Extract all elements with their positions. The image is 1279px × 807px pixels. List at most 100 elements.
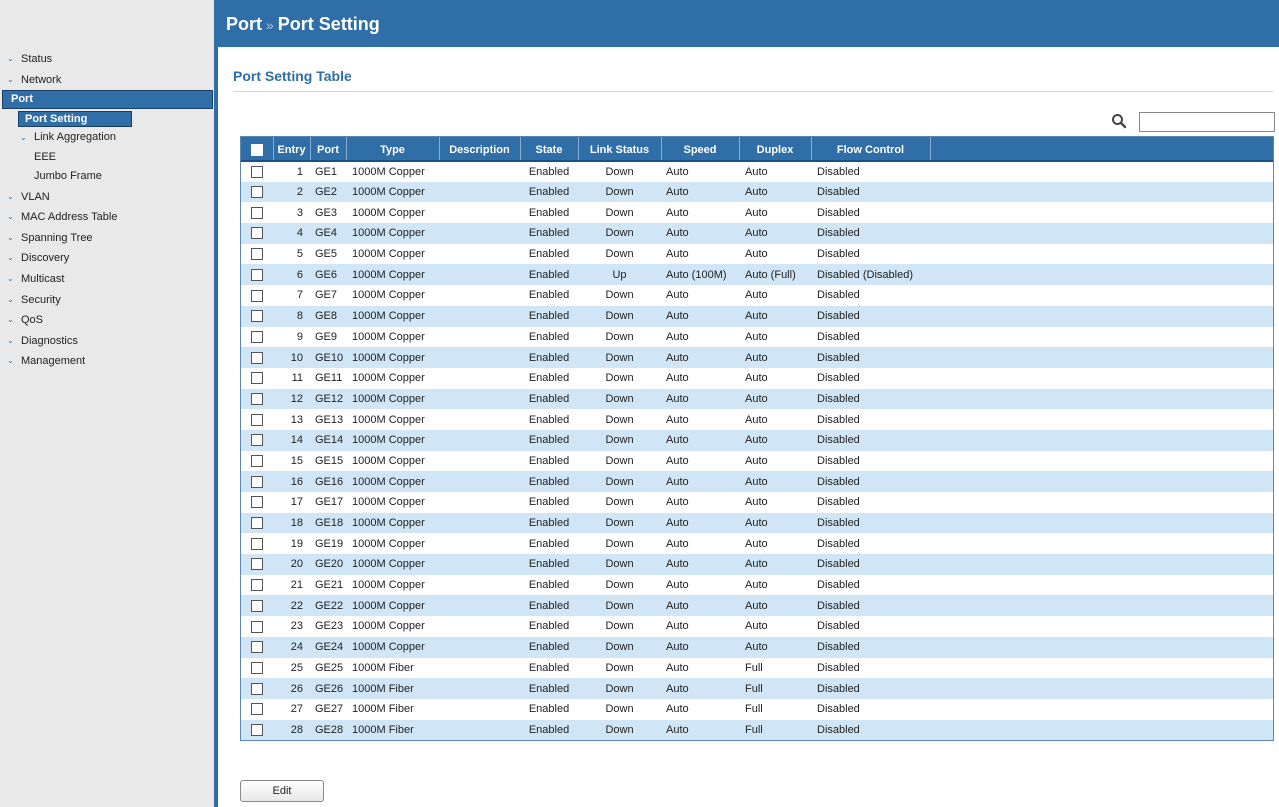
col-header-entry[interactable]: Entry	[273, 137, 311, 162]
search-input[interactable]	[1139, 112, 1275, 132]
table-row[interactable]: 24 GE24 1000M Copper Enabled Down Auto Auto Dis…	[241, 636, 1273, 658]
flow-control-cell: Disabled	[817, 496, 860, 509]
sidebar-item-management[interactable]: ⌄ Management	[0, 351, 214, 372]
table-row[interactable]: 14 GE14 1000M Copper Enabled Down Auto Auto Dis…	[241, 429, 1273, 451]
table-row[interactable]: 18 GE18 1000M Copper Enabled Down Auto Auto Dis…	[241, 512, 1273, 534]
edit-button[interactable]: Edit	[240, 780, 324, 802]
row-checkbox[interactable]	[251, 330, 263, 343]
row-checkbox[interactable]	[251, 558, 263, 571]
description-cell	[439, 595, 520, 616]
row-checkbox[interactable]	[251, 496, 263, 509]
row-checkbox[interactable]	[251, 682, 263, 695]
sidebar-item-vlan[interactable]: ⌄ VLAN	[0, 187, 214, 208]
table-row[interactable]: 12 GE12 1000M Copper Enabled Down Auto Auto Dis…	[241, 388, 1273, 410]
sidebar-item-diagnostics[interactable]: ⌄ Diagnostics	[0, 331, 214, 352]
col-header-speed[interactable]: Speed	[661, 137, 740, 162]
row-checkbox[interactable]	[251, 413, 263, 426]
link-status-cell: Down	[605, 227, 634, 240]
col-header-port[interactable]: Port	[310, 137, 347, 162]
row-checkbox[interactable]	[251, 351, 263, 364]
col-header-link-status[interactable]: Link Status	[578, 137, 662, 162]
sidebar-item-eee[interactable]: EEE	[0, 148, 214, 168]
sidebar-item-spanning-tree[interactable]: ⌄ Spanning Tree	[0, 228, 214, 249]
sidebar-item-label: Spanning Tree	[21, 231, 93, 244]
row-checkbox[interactable]	[251, 392, 263, 405]
table-row[interactable]: 20 GE20 1000M Copper Enabled Down Auto Auto Dis…	[241, 554, 1273, 575]
link-status-cell: Down	[605, 661, 634, 674]
row-checkbox[interactable]	[251, 206, 263, 219]
row-checkbox[interactable]	[251, 703, 263, 716]
duplex-cell: Full	[745, 682, 763, 695]
table-row[interactable]: 2 GE2 1000M Copper Enabled Down Auto Auto Disab…	[241, 181, 1273, 203]
table-row[interactable]: 10 GE10 1000M Copper Enabled Down Auto Auto Dis…	[241, 347, 1273, 368]
col-header-flow-control[interactable]: Flow Control	[811, 137, 931, 162]
table-row[interactable]: 7 GE7 1000M Copper Enabled Down Auto Auto Disab…	[241, 285, 1273, 306]
sidebar-item-link-aggregation[interactable]: ⌄ Link Aggregation	[0, 128, 214, 148]
table-row[interactable]: 9 GE9 1000M Copper Enabled Down Auto Auto Disab…	[241, 326, 1273, 348]
col-header-duplex[interactable]: Duplex	[739, 137, 812, 162]
sidebar-item-jumbo-frame[interactable]: Jumbo Frame	[0, 167, 214, 187]
breadcrumb-page: Port Setting	[277, 14, 380, 34]
row-checkbox[interactable]	[251, 289, 263, 302]
table-row[interactable]: 4 GE4 1000M Copper Enabled Down Auto Auto Disab…	[241, 223, 1273, 244]
row-checkbox[interactable]	[251, 661, 263, 674]
row-checkbox[interactable]	[251, 579, 263, 592]
table-row[interactable]: 26 GE26 1000M Fiber Enabled Down Auto Full Disa…	[241, 678, 1273, 699]
description-cell	[439, 492, 520, 513]
row-checkbox[interactable]	[251, 517, 263, 530]
table-row[interactable]: 5 GE5 1000M Copper Enabled Down Auto Auto Disab…	[241, 243, 1273, 265]
row-checkbox[interactable]	[251, 723, 263, 736]
select-all-checkbox[interactable]	[250, 143, 263, 156]
table-row[interactable]: 17 GE17 1000M Copper Enabled Down Auto Auto Dis…	[241, 492, 1273, 513]
description-cell	[439, 223, 520, 244]
sidebar-item-multicast[interactable]: ⌄ Multicast	[0, 269, 214, 290]
row-checkbox[interactable]	[251, 455, 263, 468]
sidebar-item-discovery[interactable]: ⌄ Discovery	[0, 248, 214, 269]
row-checkbox[interactable]	[251, 434, 263, 447]
table-row[interactable]: 11 GE11 1000M Copper Enabled Down Auto Auto Dis…	[241, 367, 1273, 389]
sidebar-item-qos[interactable]: ⌄ QoS	[0, 310, 214, 331]
sidebar-item-network[interactable]: ⌄ Network	[0, 70, 214, 91]
sidebar-item-port[interactable]: Port	[2, 90, 213, 110]
row-checkbox[interactable]	[251, 310, 263, 323]
search-icon[interactable]	[1111, 113, 1127, 129]
row-checkbox[interactable]	[251, 620, 263, 633]
table-row[interactable]: 22 GE22 1000M Copper Enabled Down Auto Auto Dis…	[241, 595, 1273, 617]
duplex-cell: Auto	[745, 558, 768, 571]
col-header-type[interactable]: Type	[346, 137, 440, 162]
row-checkbox[interactable]	[251, 537, 263, 550]
row-checkbox[interactable]	[251, 599, 263, 612]
col-header-description[interactable]: Description	[439, 137, 521, 162]
row-checkbox[interactable]	[251, 248, 263, 261]
table-row[interactable]: 1 GE1 1000M Copper Enabled Down Auto Auto Disab…	[241, 161, 1273, 182]
col-header-state[interactable]: State	[520, 137, 579, 162]
table-row[interactable]: 16 GE16 1000M Copper Enabled Down Auto Auto Dis…	[241, 471, 1273, 492]
table-row[interactable]: 6 GE6 1000M Copper Enabled Up Auto (100M) Auto…	[241, 264, 1273, 286]
row-checkbox[interactable]	[251, 165, 263, 178]
sidebar-item-port-setting[interactable]: Port Setting	[18, 111, 132, 128]
table-row[interactable]: 25 GE25 1000M Fiber Enabled Down Auto Full Disa…	[241, 657, 1273, 679]
row-checkbox[interactable]	[251, 268, 263, 281]
link-status-cell: Up	[612, 268, 627, 281]
table-row[interactable]: 3 GE3 1000M Copper Enabled Down Auto Auto Disab…	[241, 202, 1273, 224]
table-row[interactable]: 19 GE19 1000M Copper Enabled Down Auto Auto Dis…	[241, 533, 1273, 555]
sidebar-item-mac-address-table[interactable]: ⌄ MAC Address Table	[0, 207, 214, 228]
sidebar-item-status[interactable]: ⌄ Status	[0, 49, 214, 70]
row-checkbox[interactable]	[251, 186, 263, 199]
flow-control-cell: Disabled	[817, 206, 860, 219]
row-checkbox[interactable]	[251, 372, 263, 385]
breadcrumb-section[interactable]: Port	[226, 14, 262, 34]
row-checkbox[interactable]	[251, 641, 263, 654]
duplex-cell: Auto	[745, 248, 768, 261]
table-row[interactable]: 13 GE13 1000M Copper Enabled Down Auto Auto Dis…	[241, 409, 1273, 430]
description-cell	[439, 513, 520, 534]
row-checkbox[interactable]	[251, 227, 263, 240]
table-row[interactable]: 28 GE28 1000M Fiber Enabled Down Auto Full Disa…	[241, 719, 1273, 741]
row-checkbox[interactable]	[251, 475, 263, 488]
table-row[interactable]: 8 GE8 1000M Copper Enabled Down Auto Auto Disab…	[241, 305, 1273, 327]
table-row[interactable]: 21 GE21 1000M Copper Enabled Down Auto Auto Dis…	[241, 574, 1273, 596]
sidebar-item-security[interactable]: ⌄ Security	[0, 290, 214, 311]
table-row[interactable]: 15 GE15 1000M Copper Enabled Down Auto Auto Dis…	[241, 450, 1273, 472]
table-row[interactable]: 23 GE23 1000M Copper Enabled Down Auto Auto Dis…	[241, 616, 1273, 637]
table-row[interactable]: 27 GE27 1000M Fiber Enabled Down Auto Full Disa…	[241, 698, 1273, 720]
